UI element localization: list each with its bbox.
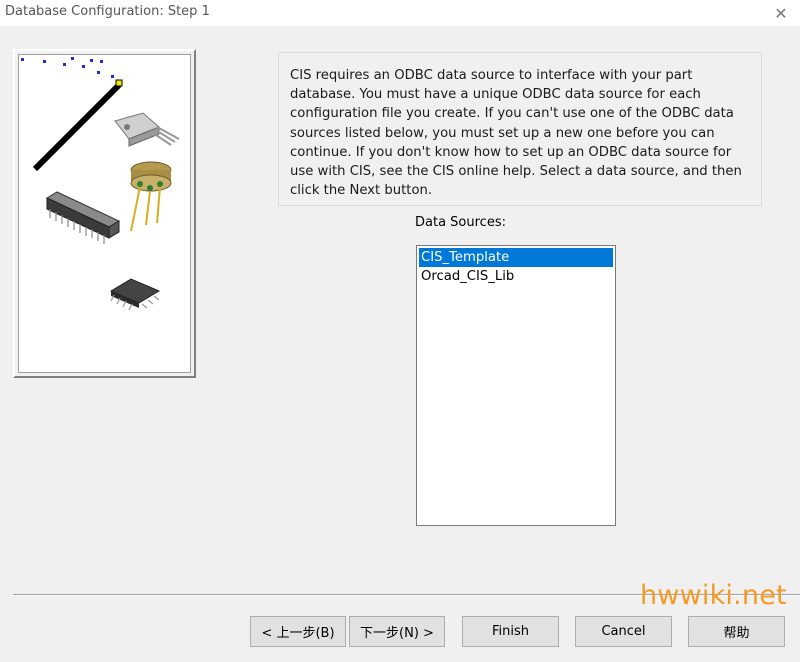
next-button[interactable]: 下一步(N) > <box>349 616 445 647</box>
wizard-illustration-frame <box>13 49 196 378</box>
title-bar: Database Configuration: Step 1 ✕ <box>0 0 800 26</box>
soic-chip-icon <box>109 278 161 311</box>
finish-button[interactable]: Finish <box>462 616 559 647</box>
close-icon[interactable]: ✕ <box>762 0 800 26</box>
data-source-item-orcad-cis-lib[interactable]: Orcad_CIS_Lib <box>419 267 613 286</box>
wizard-illustration <box>18 54 191 373</box>
data-sources-listbox[interactable]: CIS_Template Orcad_CIS_Lib <box>416 245 616 526</box>
dip-chip-icon <box>45 191 121 244</box>
transistor-icon <box>114 112 180 147</box>
help-button[interactable]: 帮助 <box>688 616 785 647</box>
data-source-item-cis-template[interactable]: CIS_Template <box>419 248 613 267</box>
back-button[interactable]: < 上一步(B) <box>250 616 346 647</box>
wand-icon <box>32 79 123 172</box>
cancel-button[interactable]: Cancel <box>575 616 672 647</box>
watermark-text: hwwiki.net <box>640 580 787 611</box>
instructions-text: CIS requires an ODBC data source to inte… <box>278 52 762 206</box>
data-sources-label: Data Sources: <box>415 215 506 230</box>
metal-can-icon <box>130 161 172 232</box>
sparkle-dots <box>21 57 119 86</box>
window-title: Database Configuration: Step 1 <box>5 4 210 19</box>
